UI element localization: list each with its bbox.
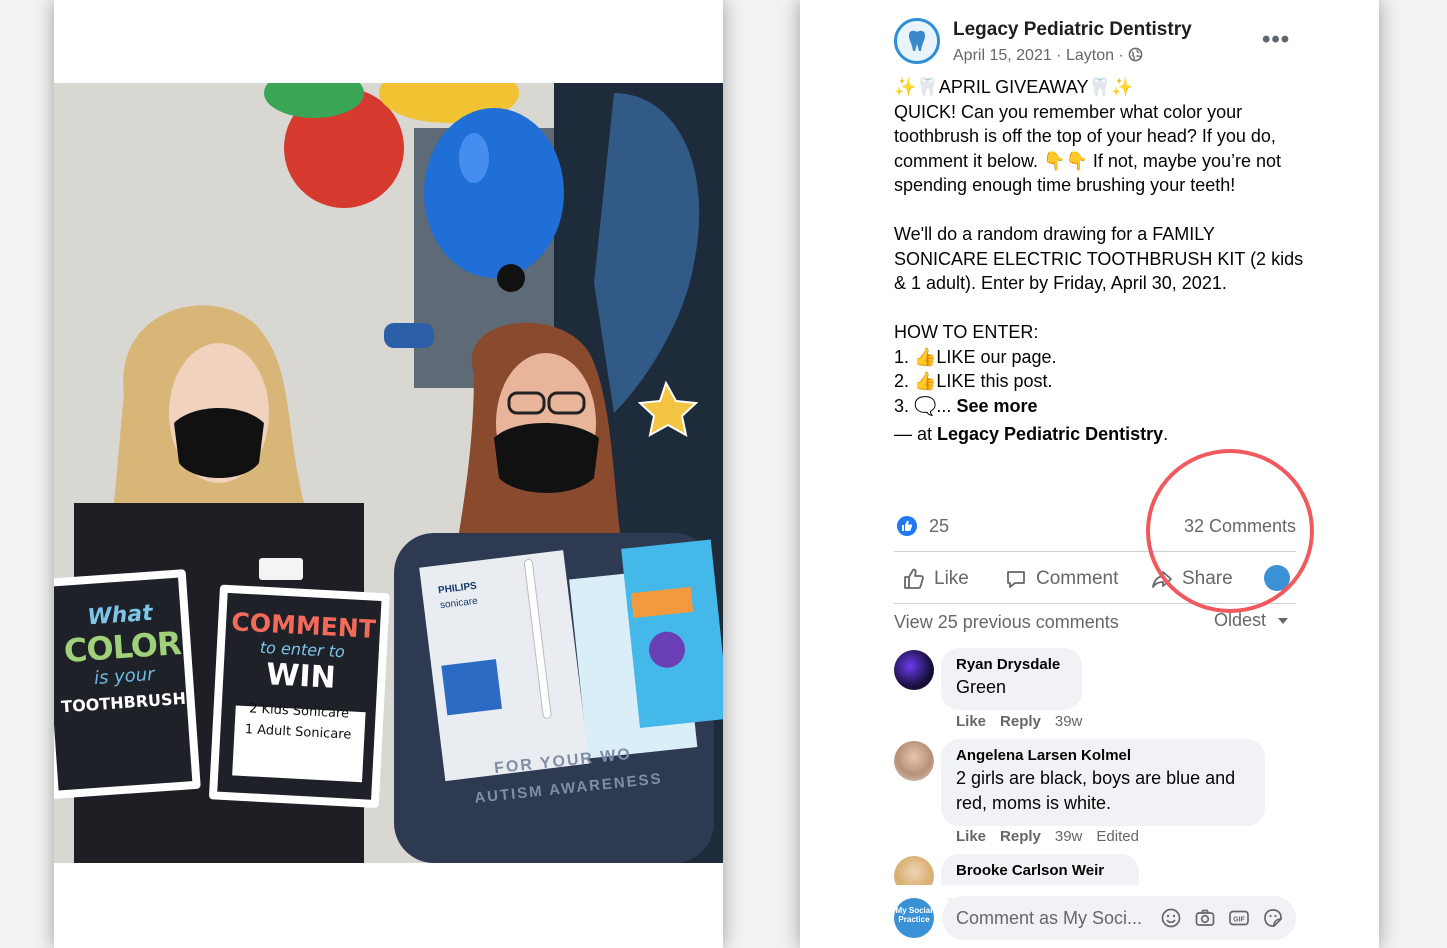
comment-input[interactable]: Comment as My Soci... GIF <box>942 896 1296 940</box>
comment-author[interactable]: Ryan Drysdale <box>956 656 1068 673</box>
comment-edited-label[interactable]: Edited <box>1096 828 1139 845</box>
comment-composer: My Social Practice Comment as My Soci...… <box>894 895 1296 941</box>
page-avatar[interactable] <box>894 18 940 64</box>
sign-right-line3: WIN <box>265 657 337 696</box>
sign-right: COMMENT to enter to WIN 2 Kids Sonicare … <box>223 607 380 744</box>
comment-time[interactable]: 39w <box>1055 713 1083 730</box>
post-date[interactable]: April 15, 2021 <box>953 47 1052 64</box>
post-line-3: We'll do a random drawing for a FAMILY S… <box>894 224 1304 293</box>
comment-sort-label: Oldest <box>1214 610 1267 630</box>
gif-icon[interactable]: GIF <box>1228 907 1250 929</box>
post-panel: Legacy Pediatric Dentistry April 15, 202… <box>800 0 1379 948</box>
comment-avatar[interactable] <box>894 650 934 690</box>
comment-sort-dropdown[interactable]: Oldest <box>1214 610 1289 631</box>
post-line-5: 1. 👍LIKE our page. <box>894 346 1057 367</box>
comment-time[interactable]: 39w <box>1055 828 1083 845</box>
comment-reply-link[interactable]: Reply <box>1000 713 1041 730</box>
composer-avatar[interactable]: My Social Practice <box>894 898 934 938</box>
checkin-suffix: . <box>1163 424 1169 444</box>
thumbs-up-icon <box>904 568 924 589</box>
post-line-6: 2. 👍LIKE this post. <box>894 371 1053 391</box>
post-location[interactable]: Layton <box>1066 47 1114 64</box>
comment-input-placeholder: Comment as My Soci... <box>956 908 1143 928</box>
comment-text: 2 girls are black, boys are blue and red… <box>956 768 1236 813</box>
comment-actions: Like Reply 39w <box>956 713 1096 730</box>
post-text: ✨🦷APRIL GIVEAWAY🦷✨ QUICK! Can you rememb… <box>894 75 1304 447</box>
post-meta: April 15, 2021 · Layton · <box>953 47 1143 65</box>
meta-separator-2: · <box>1114 47 1129 64</box>
comment-button-label: Comment <box>1036 568 1119 589</box>
post-line-2: QUICK! Can you remember what color your … <box>894 101 1281 196</box>
comment-avatar[interactable] <box>894 741 934 781</box>
emoji-icon[interactable] <box>1160 907 1182 929</box>
comment-author[interactable]: Angelena Larsen Kolmel <box>956 747 1251 764</box>
more-options-button[interactable]: ••• <box>1262 26 1290 54</box>
highlight-circle <box>1146 449 1314 613</box>
sticker-icon[interactable] <box>1262 907 1284 929</box>
comment-bubble: Angelena Larsen Kolmel 2 girls are black… <box>941 739 1265 826</box>
page-name[interactable]: Legacy Pediatric Dentistry <box>953 19 1192 41</box>
svg-text:GIF: GIF <box>1233 916 1245 923</box>
reaction-count[interactable]: 25 <box>929 516 949 537</box>
post-line-1: ✨🦷APRIL GIVEAWAY🦷✨ <box>894 77 1134 97</box>
view-previous-comments-link[interactable]: View 25 previous comments <box>894 612 1119 633</box>
chevron-down-icon <box>1278 618 1289 624</box>
globe-icon <box>1128 47 1143 62</box>
like-reaction-icon[interactable] <box>897 516 917 536</box>
comment-author[interactable]: Brooke Carlson Weir <box>956 862 1125 879</box>
checkin-prefix: — at <box>894 424 938 444</box>
sign-left: What COLOR is your TOOTHBRUSH? <box>54 599 196 717</box>
comment-like-link[interactable]: Like <box>956 828 986 845</box>
comment-bubble-icon <box>1007 571 1025 588</box>
like-button-label: Like <box>934 568 969 589</box>
post-line-7-prefix: 3. 🗨️... <box>894 395 957 416</box>
checkin-place-link[interactable]: Legacy Pediatric Dentistry <box>937 424 1163 444</box>
comment-reply-link[interactable]: Reply <box>1000 828 1041 845</box>
see-more-link[interactable]: See more <box>956 396 1037 416</box>
post-line-7: 3. 🗨️... See more <box>894 394 1304 419</box>
camera-icon[interactable] <box>1194 907 1216 929</box>
comment-text: Green <box>956 677 1007 697</box>
like-button[interactable]: Like <box>902 565 969 593</box>
checkin-line: — at Legacy Pediatric Dentistry. <box>894 422 1304 447</box>
meta-separator: · <box>1051 47 1066 64</box>
sign-right-line4: 2 Kids Sonicare <box>248 701 350 722</box>
comment-bubble: Ryan Drysdale Green <box>941 648 1082 710</box>
comment-like-link[interactable]: Like <box>956 713 986 730</box>
tooth-logo-icon <box>897 21 937 61</box>
comment-actions: Like Reply 39w Edited <box>956 828 1153 845</box>
post-photo[interactable]: What COLOR is your TOOTHBRUSH? COMMENT t… <box>54 83 723 863</box>
post-line-4: HOW TO ENTER: <box>894 322 1039 342</box>
photo-panel: What COLOR is your TOOTHBRUSH? COMMENT t… <box>54 0 723 948</box>
comment-button[interactable]: Comment <box>1004 565 1118 593</box>
